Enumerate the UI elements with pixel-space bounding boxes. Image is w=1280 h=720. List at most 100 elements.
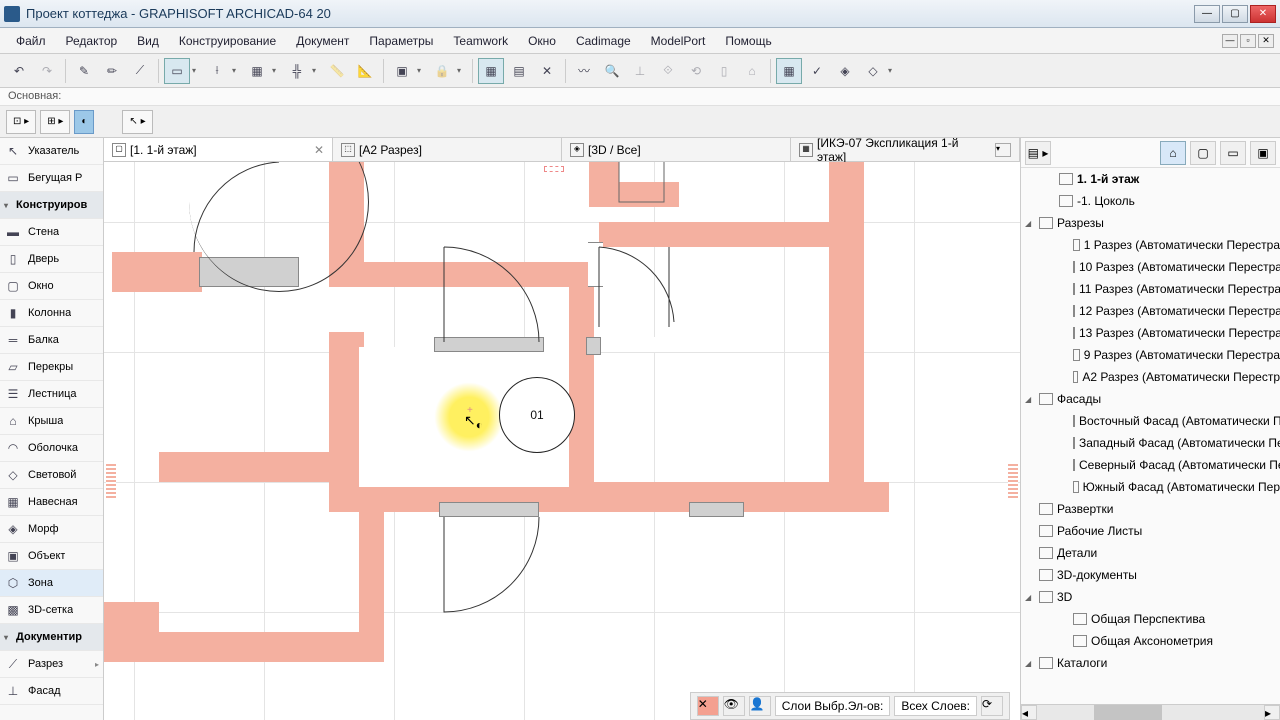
nav-floor-neg1[interactable]: -1. Цоколь [1021, 190, 1280, 212]
nav-3d-header[interactable]: ◢3D [1021, 586, 1280, 608]
tool-stair[interactable]: ☰Лестница [0, 381, 103, 408]
cursor-mode[interactable]: ▭ [164, 58, 190, 84]
nav-worksheets[interactable]: Рабочие Листы [1021, 520, 1280, 542]
tool-curtain[interactable]: ▦Навесная [0, 489, 103, 516]
nav-section-item[interactable]: А2 Разрез (Автоматически Перестр [1021, 366, 1280, 388]
nav-facade-item[interactable]: Восточный Фасад (Автоматически П [1021, 410, 1280, 432]
tab-close[interactable]: ✕ [314, 143, 324, 157]
nav-3d-axo[interactable]: Общая Аксонометрия [1021, 630, 1280, 652]
nav-facade-item[interactable]: Южный Фасад (Автоматически Пер [1021, 476, 1280, 498]
geometry-method-3[interactable]: ◐ [74, 110, 94, 134]
qo-layer-all[interactable]: Всех Слоев: [894, 696, 977, 716]
nav-3d-persp[interactable]: Общая Перспектива [1021, 608, 1280, 630]
snap-mode[interactable]: ⟊ [204, 58, 230, 84]
redo-button[interactable]: ↷ [34, 58, 60, 84]
eyedrop-tool[interactable]: ✏ [99, 58, 125, 84]
tool-door[interactable]: ▯Дверь [0, 246, 103, 273]
nav-facades-header[interactable]: ◢Фасады [1021, 388, 1280, 410]
tool-morph[interactable]: ◈Морф [0, 516, 103, 543]
close-button[interactable]: ✕ [1250, 5, 1276, 23]
pick-tool[interactable]: ✎ [71, 58, 97, 84]
tool-elevation[interactable]: ⊥Фасад [0, 678, 103, 705]
tool-beam[interactable]: ═Балка [0, 327, 103, 354]
bim-btn[interactable]: ◈ [832, 58, 858, 84]
geometry-method-2[interactable]: ⊞ ▸ [40, 110, 70, 134]
offset-btn[interactable]: ⟐ [655, 58, 681, 84]
undo-button[interactable]: ↶ [6, 58, 32, 84]
inner-close[interactable]: ✕ [1258, 34, 1274, 48]
inner-restore[interactable]: ▫ [1240, 34, 1256, 48]
nav-details[interactable]: Детали [1021, 542, 1280, 564]
left-handle[interactable] [106, 462, 116, 498]
drawing-canvas[interactable]: 01 ↖◐ + ✕ 👁 👤 Слои Выбр.Эл-ов: Всех Слое… [104, 162, 1020, 720]
qo-layer-sel[interactable]: Слои Выбр.Эл-ов: [775, 696, 891, 716]
menu-file[interactable]: Файл [6, 30, 56, 52]
publish-btn[interactable]: ◇ [860, 58, 886, 84]
qo-refresh[interactable]: ⟳ [981, 696, 1003, 716]
trace-x-btn[interactable]: ✕ [534, 58, 560, 84]
tool-mesh[interactable]: ▩3D-сетка [0, 597, 103, 624]
toolbox-section-design[interactable]: ▾Конструиров [0, 192, 103, 219]
menu-teamwork[interactable]: Teamwork [443, 30, 518, 52]
menu-document[interactable]: Документ [286, 30, 359, 52]
mirror-btn[interactable]: ▯ [711, 58, 737, 84]
3d-window-btn[interactable]: ▦ [776, 58, 802, 84]
toolbox-section-document[interactable]: ▾Документир [0, 624, 103, 651]
nav-section-item[interactable]: 11 Разрез (Автоматически Перестра [1021, 278, 1280, 300]
ruler-tool[interactable]: 📏 [324, 58, 350, 84]
tool-zone[interactable]: ⬡Зона [0, 570, 103, 597]
nav-3d-docs[interactable]: 3D-документы [1021, 564, 1280, 586]
nav-publisher[interactable]: ▣ [1250, 141, 1276, 165]
tool-shell[interactable]: ◠Оболочка [0, 435, 103, 462]
render-btn[interactable]: ✓ [804, 58, 830, 84]
zone-stamp[interactable]: 01 [499, 377, 575, 453]
trace-btn[interactable]: ▦ [478, 58, 504, 84]
nav-facade-item[interactable]: Северный Фасад (Автоматически Пе [1021, 454, 1280, 476]
tool-wall[interactable]: ▬Стена [0, 219, 103, 246]
menu-help[interactable]: Помощь [715, 30, 781, 52]
arrow-mode[interactable]: ↖ ▸ [122, 110, 152, 134]
menu-parameters[interactable]: Параметры [359, 30, 443, 52]
tool-slab[interactable]: ▱Перекры [0, 354, 103, 381]
menu-view[interactable]: Вид [127, 30, 169, 52]
nav-section-item[interactable]: 9 Разрез (Автоматически Перестра [1021, 344, 1280, 366]
home-btn[interactable]: ⌂ [739, 58, 765, 84]
nav-view-map[interactable]: ▢ [1190, 141, 1216, 165]
view-dropdown[interactable]: ▾ [995, 143, 1011, 157]
scroll-left[interactable]: ◂ [1021, 705, 1037, 720]
find-btn[interactable]: 🔍 [599, 58, 625, 84]
geometry-method-1[interactable]: ⊡ ▸ [6, 110, 36, 134]
tool-object[interactable]: ▣Объект [0, 543, 103, 570]
nav-project-map[interactable]: ⌂ [1160, 141, 1186, 165]
nav-catalogs[interactable]: ◢Каталоги [1021, 652, 1280, 674]
inner-minimize[interactable]: — [1222, 34, 1238, 48]
tool-window[interactable]: ▢Окно [0, 273, 103, 300]
menu-window[interactable]: Окно [518, 30, 566, 52]
nav-floor1[interactable]: 1. 1-й этаж [1021, 168, 1280, 190]
nav-layout-book[interactable]: ▭ [1220, 141, 1246, 165]
qo-icon-3[interactable]: 👤 [749, 696, 771, 716]
maximize-button[interactable]: ▢ [1222, 5, 1248, 23]
menu-cadimage[interactable]: Cadimage [566, 30, 641, 52]
grid-snap[interactable]: ▦ [244, 58, 270, 84]
nav-section-item[interactable]: 1 Разрез (Автоматически Перестра [1021, 234, 1280, 256]
align-btn[interactable]: ⊥ [627, 58, 653, 84]
right-handle[interactable] [1008, 462, 1018, 498]
nav-section-item[interactable]: 12 Разрез (Автоматически Перестра [1021, 300, 1280, 322]
qo-icon-2[interactable]: 👁 [723, 696, 745, 716]
grid-display[interactable]: ╬ [284, 58, 310, 84]
scroll-right[interactable]: ▸ [1264, 705, 1280, 720]
layers-btn[interactable]: ▣ [389, 58, 415, 84]
navigator-hscroll[interactable]: ◂ ▸ [1021, 704, 1280, 720]
magic-wand[interactable]: ⟋ [127, 58, 153, 84]
spline-btn[interactable]: 〰 [571, 58, 597, 84]
lock-btn[interactable]: 🔒 [429, 58, 455, 84]
tab-3d[interactable]: ◈ [3D / Все] [562, 138, 791, 161]
nav-mode-1[interactable]: ▤ ▸ [1025, 141, 1051, 165]
qo-icon-1[interactable]: ✕ [697, 696, 719, 716]
nav-facade-item[interactable]: Западный Фасад (Автоматически Пе [1021, 432, 1280, 454]
tool-marquee[interactable]: ▭Бегущая Р [0, 165, 103, 192]
measure-tool[interactable]: 📐 [352, 58, 378, 84]
tab-floor1[interactable]: ▢ [1. 1-й этаж] ✕ [104, 138, 333, 161]
scroll-thumb[interactable] [1094, 705, 1162, 720]
